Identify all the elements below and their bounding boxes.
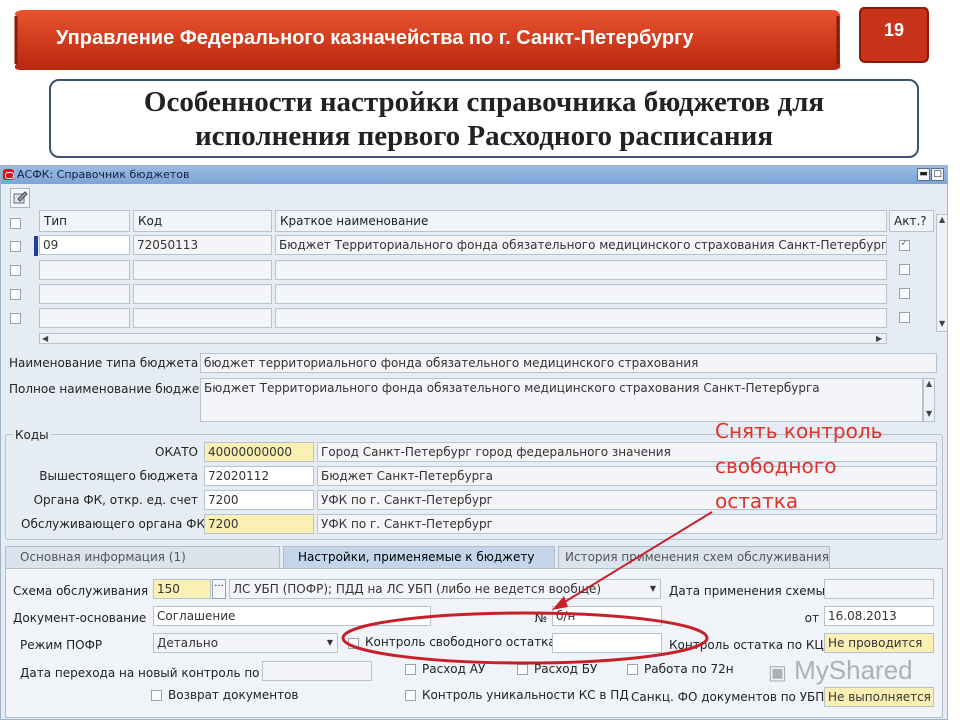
annotation-line2: свободного — [715, 454, 837, 478]
watermark-logo: ▣ MyShared — [768, 655, 913, 686]
annotation-line1: Снять контроль — [715, 419, 883, 443]
annotation-overlay — [341, 511, 713, 665]
watermark-icon: ▣ — [768, 662, 787, 684]
annotation-line3: остатка — [715, 489, 799, 513]
arrow-head-icon — [552, 596, 568, 610]
watermark-text: MyShared — [794, 655, 913, 685]
highlight-ellipse — [341, 611, 709, 665]
annotation-text: Снять контроль свободного остатка — [715, 414, 882, 519]
annotation-arrow — [557, 511, 713, 607]
